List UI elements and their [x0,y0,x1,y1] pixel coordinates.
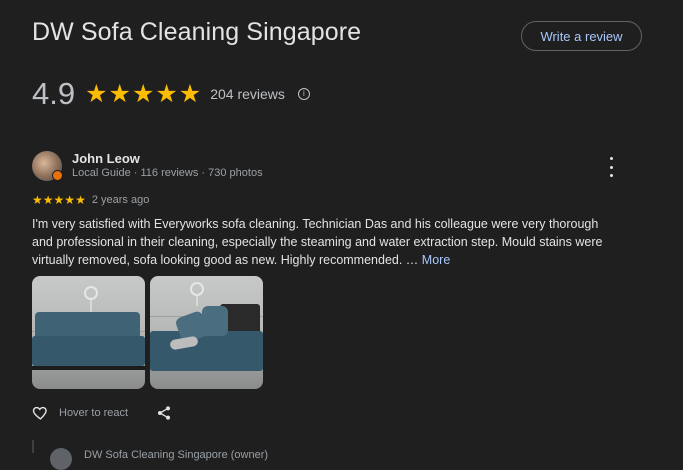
reviewer-name[interactable]: John Leow [72,151,140,166]
star-icon: ★ [131,79,155,108]
info-icon[interactable]: i [297,88,310,100]
star-icon: ★ [178,79,202,108]
review-body: I'm very satisfied with Everyworks sofa … [32,215,617,269]
star-icon: ★ [108,79,131,108]
star-icon: ★ [64,193,76,207]
review-photo-1[interactable] [32,276,145,389]
reviewer-meta: Local Guide · 116 reviews · 730 photos [72,167,263,179]
more-vert-icon[interactable] [604,157,618,177]
review-photo-2[interactable] [150,276,263,389]
heart-icon[interactable] [32,404,49,421]
average-rating: 4.9 [32,76,76,111]
star-icon: ★ [75,193,86,207]
rating-summary: 4.9 ★ ★ ★ ★ ★ 204 reviews i [32,76,310,112]
review-count[interactable]: 204 reviews [210,86,285,102]
review-stars: ★★★★★ [32,191,86,209]
star-icon: ★ [53,193,65,207]
star-icon: ★ [85,79,108,108]
review-text: I'm very satisfied with Everyworks sofa … [32,217,603,267]
review-actions: Hover to react [32,404,172,421]
hover-to-react-label: Hover to react [59,406,129,419]
star-icon: ★ [42,193,54,207]
star-icon: ★ [32,193,43,207]
local-guide-badge-icon [52,170,63,181]
page-title: DW Sofa Cleaning Singapore [32,18,362,46]
review-time: 2 years ago [91,194,150,206]
owner-response-divider [32,440,34,453]
review-rating-row: ★★★★★ 2 years ago [32,191,149,209]
average-stars: ★ ★ ★ ★ ★ [85,79,202,108]
star-icon: ★ [155,79,178,108]
write-review-button[interactable]: Write a review [521,21,642,51]
owner-avatar [50,448,72,470]
share-icon[interactable] [156,405,172,421]
more-link[interactable]: More [422,253,450,267]
owner-response-heading: DW Sofa Cleaning Singapore (owner) [84,449,269,461]
